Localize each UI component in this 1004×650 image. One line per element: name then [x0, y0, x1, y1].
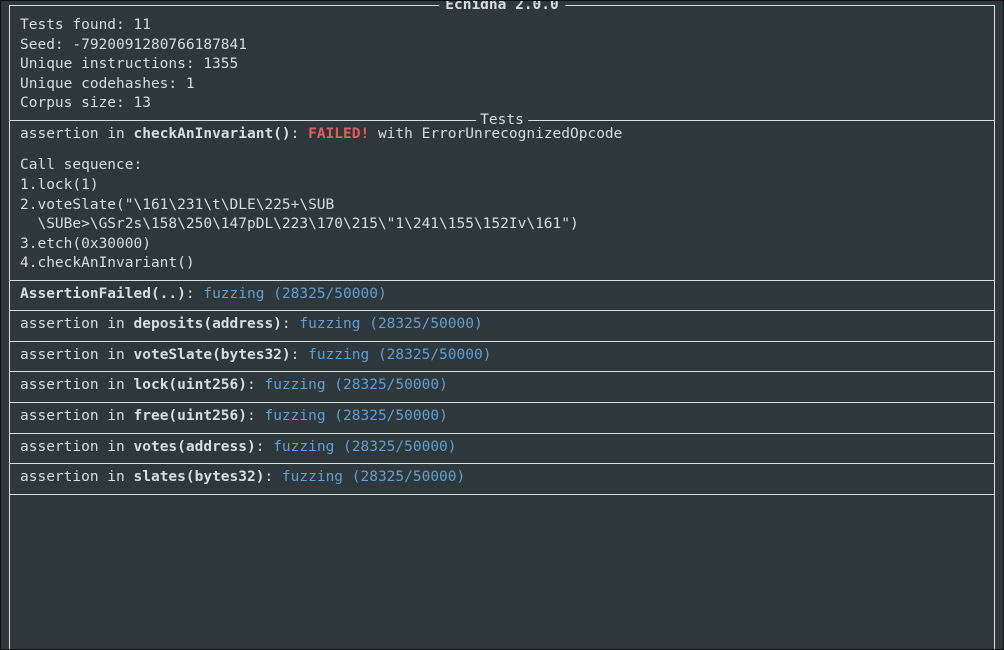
fn-name: votes(address) [134, 439, 256, 455]
row-separator [10, 371, 994, 372]
fuzzing-status: fuzzing (28325/50000) [264, 377, 447, 393]
sep: : [247, 408, 264, 424]
stat-unique-codehashes: Unique codehashes: 1 [20, 75, 984, 95]
fuzzing-line: assertion in lock(uint256): fuzzing (283… [20, 376, 984, 396]
fuzzing-row: assertion in free(uint256): fuzzing (283… [10, 403, 994, 433]
row-separator [10, 310, 994, 311]
value: 11 [134, 17, 151, 33]
row-separator [10, 341, 994, 342]
label: Unique codehashes: [20, 76, 186, 92]
value: 1355 [203, 56, 238, 72]
row-separator [10, 280, 994, 281]
row-separator [10, 463, 994, 464]
label: Unique instructions: [20, 56, 203, 72]
value: -7920091280766187841 [72, 37, 247, 53]
call-sequence-step: 3.etch(0x30000) [20, 235, 984, 255]
sep: : [256, 439, 273, 455]
fuzzing-row: assertion in slates(bytes32): fuzzing (2… [10, 464, 994, 494]
stat-seed: Seed: -7920091280766187841 [20, 36, 984, 56]
assertion-prefix: assertion in [20, 408, 134, 424]
stats-section: Tests found: 11 Seed: -79200912807661878… [10, 6, 994, 120]
call-sequence: 1.lock(1)2.voteSlate("\161\231\t\DLE\225… [20, 176, 984, 274]
value: 13 [134, 95, 151, 111]
call-sequence-step: 1.lock(1) [20, 176, 984, 196]
fuzzing-row: assertion in voteSlate(bytes32): fuzzing… [10, 342, 994, 372]
fn-name: free(uint256) [134, 408, 248, 424]
row-separator [10, 402, 994, 403]
app-title: Echidna 2.0.0 [439, 0, 565, 16]
fuzzing-rows: AssertionFailed(..): fuzzing (28325/5000… [10, 280, 994, 494]
fuzzing-status: fuzzing (28325/50000) [203, 286, 386, 302]
sep: : [264, 469, 281, 485]
failed-test-fn: checkAnInvariant() [134, 126, 291, 142]
call-sequence-step: 2.voteSlate("\161\231\t\DLE\225+\SUB [20, 196, 984, 216]
fuzzing-row: assertion in votes(address): fuzzing (28… [10, 434, 994, 464]
call-sequence-step: 4.checkAnInvariant() [20, 254, 984, 274]
fuzzing-row: assertion in deposits(address): fuzzing … [10, 311, 994, 341]
assertion-prefix: assertion in [20, 316, 134, 332]
value: 1 [186, 76, 195, 92]
fn-name: deposits(address) [134, 316, 282, 332]
fuzzing-row: assertion in lock(uint256): fuzzing (283… [10, 372, 994, 402]
fuzzing-row: AssertionFailed(..): fuzzing (28325/5000… [10, 281, 994, 311]
sep: : [291, 347, 308, 363]
assertion-prefix: assertion in [20, 347, 134, 363]
outer-frame: Echidna 2.0.0 Tests found: 11 Seed: -792… [9, 5, 995, 649]
fuzzing-line: assertion in voteSlate(bytes32): fuzzing… [20, 346, 984, 366]
assertion-prefix: assertion in [20, 377, 134, 393]
fuzzing-status: fuzzing (28325/50000) [264, 408, 447, 424]
fuzzing-line: AssertionFailed(..): fuzzing (28325/5000… [20, 285, 984, 305]
label: Tests found: [20, 17, 134, 33]
fuzzing-status: fuzzing (28325/50000) [282, 469, 465, 485]
label: Corpus size: [20, 95, 134, 111]
row-separator [10, 494, 994, 495]
fuzzing-status: fuzzing (28325/50000) [308, 347, 491, 363]
fuzzing-line: assertion in slates(bytes32): fuzzing (2… [20, 468, 984, 488]
assertion-prefix: assertion in [20, 439, 134, 455]
sep: : [247, 377, 264, 393]
sep: : [186, 286, 203, 302]
failed-status: FAILED! [308, 126, 369, 142]
fuzzing-line: assertion in free(uint256): fuzzing (283… [20, 407, 984, 427]
tests-header: Tests [476, 111, 528, 131]
failed-test-section: assertion in checkAnInvariant(): FAILED!… [10, 121, 994, 280]
assertion-prefix: assertion in [20, 126, 134, 142]
fn-name: lock(uint256) [134, 377, 248, 393]
sep: : [291, 126, 308, 142]
assertion-prefix: assertion in [20, 469, 134, 485]
tests-separator: Tests [10, 120, 994, 121]
sep: : [282, 316, 299, 332]
row-separator [10, 433, 994, 434]
call-sequence-step: \SUBe>\GSr2s\158\250\147pDL\223\170\215\… [20, 215, 984, 235]
fn-name: slates(bytes32) [134, 469, 265, 485]
terminal-window: Echidna 2.0.0 Tests found: 11 Seed: -792… [0, 0, 1004, 650]
fuzzing-line: assertion in deposits(address): fuzzing … [20, 315, 984, 335]
label: Seed: [20, 37, 72, 53]
fn-name: voteSlate(bytes32) [134, 347, 291, 363]
fn-name: AssertionFailed(..) [20, 286, 186, 302]
fuzzing-status: fuzzing (28325/50000) [299, 316, 482, 332]
stat-tests-found: Tests found: 11 [20, 16, 984, 36]
stat-unique-instructions: Unique instructions: 1355 [20, 55, 984, 75]
call-sequence-label: Call sequence: [20, 150, 984, 176]
fuzzing-line: assertion in votes(address): fuzzing (28… [20, 438, 984, 458]
fuzzing-status: fuzzing (28325/50000) [273, 439, 456, 455]
